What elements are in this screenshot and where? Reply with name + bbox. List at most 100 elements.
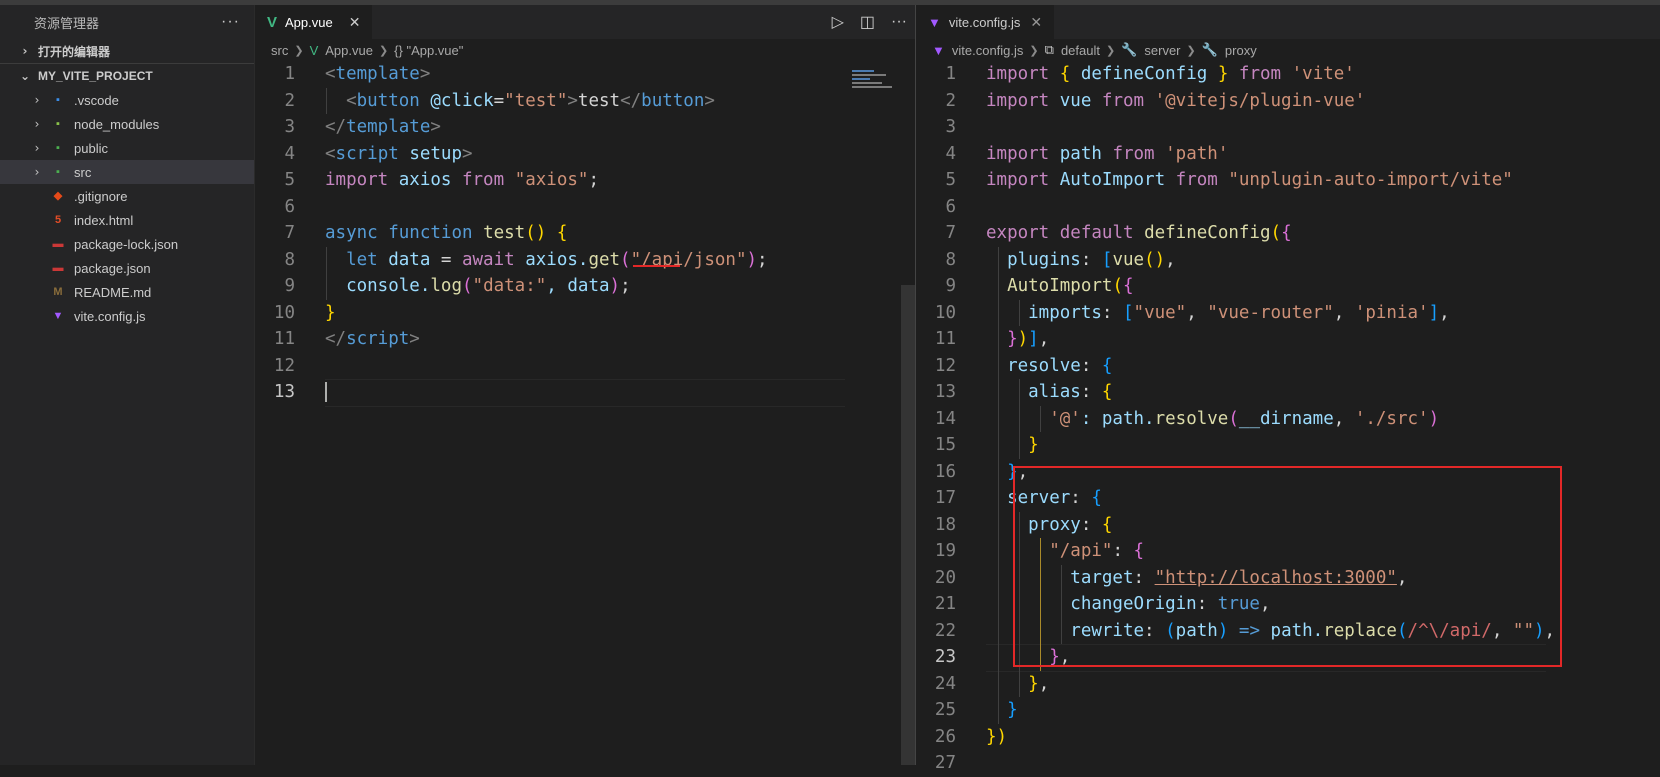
indent-guide xyxy=(998,432,999,459)
code-token: { xyxy=(1101,382,1113,402)
breadcrumb-item[interactable]: default xyxy=(1061,43,1100,58)
tree-item-package-lock-json[interactable]: ▬ package-lock.json xyxy=(0,232,254,256)
code-token: } xyxy=(1028,673,1039,694)
code-token: @click xyxy=(430,90,494,111)
code-area-vite-config[interactable]: 1 import { defineConfig } from 'vite' 2 imp… xyxy=(916,61,1660,777)
tree-item-vite-config-js[interactable]: ▼ vite.config.js xyxy=(0,304,254,328)
left-editor-group: V App.vue ✕ ▷ ◫ ··· src ❯ V App.vue ❯ {} "App… xyxy=(255,5,915,765)
code-line: 7 async function test() { xyxy=(255,220,915,247)
node-folder-icon: ▪ xyxy=(56,118,60,130)
close-icon[interactable]: ✕ xyxy=(349,14,361,31)
run-icon[interactable]: ▷ xyxy=(832,12,844,32)
red-underline-annotation xyxy=(633,265,680,267)
code-area-app-vue[interactable]: 1 <template> 2 <button @click="test">test<… xyxy=(255,61,915,407)
indent-guide xyxy=(1019,379,1020,406)
code-token: 'pinia' xyxy=(1354,302,1429,323)
tree-item-vscode[interactable]: › ▪ .vscode xyxy=(0,88,254,112)
code-token: ; xyxy=(620,276,631,296)
indent-guide xyxy=(998,538,999,565)
tree-item-readme-md[interactable]: M README.md xyxy=(0,280,254,304)
tab-app-vue[interactable]: V App.vue ✕ xyxy=(255,5,373,39)
vscode-folder-icon: ▪ xyxy=(56,94,60,106)
breadcrumb-item[interactable]: App.vue xyxy=(325,43,373,58)
minimap[interactable] xyxy=(852,66,900,96)
breadcrumb: ▼ vite.config.js ❯ ⧉ default ❯ 🔧 server ❯ 🔧 proxy xyxy=(916,39,1660,61)
line-number: 21 xyxy=(934,594,956,614)
code-token: : xyxy=(1101,302,1123,323)
code-token: { xyxy=(1059,64,1071,84)
indent-guide xyxy=(998,511,999,538)
code-token: from xyxy=(461,170,505,190)
breadcrumb-item[interactable]: {} "App.vue" xyxy=(394,43,463,58)
breadcrumb-item[interactable]: server xyxy=(1144,43,1180,58)
code-token: } xyxy=(1028,435,1039,455)
tree-item-public[interactable]: › ▪ public xyxy=(0,136,254,160)
chevron-right-icon: › xyxy=(34,165,40,179)
indent-guide xyxy=(998,273,999,300)
code-token: ] xyxy=(1028,329,1039,349)
chevron-right-icon: › xyxy=(34,141,40,155)
line-number: 17 xyxy=(934,488,956,508)
code-line: 15 } xyxy=(916,432,1660,459)
code-line: 8 plugins: [vue(), xyxy=(916,246,1660,273)
code-token: </ xyxy=(325,117,347,137)
code-line: 8 let data = await axios.get("/api/json"… xyxy=(255,246,915,273)
tree-item-package-json[interactable]: ▬ package.json xyxy=(0,256,254,280)
explorer-sidebar: 资源管理器 ··· › 打开的编辑器 ⌄ MY_VITE_PROJECT › ▪.… xyxy=(0,5,254,765)
code-token: 'path' xyxy=(1165,143,1229,164)
code-line: 3 xyxy=(916,114,1660,141)
breadcrumb-item[interactable]: vite.config.js xyxy=(952,43,1024,58)
more-actions-icon[interactable]: ··· xyxy=(891,13,907,31)
code-token: import xyxy=(986,143,1050,164)
code-token: __dirname xyxy=(1238,408,1334,429)
code-token: function xyxy=(388,223,473,243)
close-icon[interactable]: ✕ xyxy=(1030,14,1042,31)
file-tree: › ▪ .vscode › ▪ node_modules › ▪ public › ▪ src ◆ .gi… xyxy=(0,88,254,328)
code-token: template xyxy=(335,64,420,84)
tree-item-index-html[interactable]: 5 index.html xyxy=(0,208,254,232)
code-token: > xyxy=(409,329,420,349)
code-token: { xyxy=(1281,223,1292,243)
code-token: ( xyxy=(1228,408,1239,429)
explorer-more-icon[interactable]: ··· xyxy=(221,13,240,31)
tree-item-gitignore[interactable]: ◆ .gitignore xyxy=(0,184,254,208)
code-token: > xyxy=(704,90,715,111)
indent-guide xyxy=(998,458,999,485)
code-line: 6 xyxy=(255,194,915,221)
line-number: 8 xyxy=(284,249,295,270)
split-editor-icon[interactable]: ◫ xyxy=(860,12,875,32)
tree-item-node-modules[interactable]: › ▪ node_modules xyxy=(0,112,254,136)
line-number: 3 xyxy=(284,117,295,137)
breadcrumb-item[interactable]: proxy xyxy=(1225,43,1257,58)
chevron-right-icon: ❯ xyxy=(378,44,389,57)
code-token: </ xyxy=(620,90,642,111)
code-token: = xyxy=(440,249,462,270)
src-folder-icon: ▪ xyxy=(56,166,60,178)
code-line: 10} xyxy=(255,300,915,327)
open-editors-section[interactable]: › 打开的编辑器 xyxy=(0,39,254,63)
code-token: ( xyxy=(1270,223,1282,243)
code-token: () xyxy=(525,223,547,243)
project-section[interactable]: ⌄ MY_VITE_PROJECT xyxy=(0,63,254,88)
red-highlight-box xyxy=(1013,466,1562,667)
indent-guide xyxy=(998,352,999,379)
line-number: 12 xyxy=(934,355,956,376)
code-token: > xyxy=(430,117,441,137)
tree-item-src[interactable]: › ▪ src xyxy=(0,160,254,184)
breadcrumb-item[interactable]: src xyxy=(271,43,288,58)
code-line: 5 import axios from "axios"; xyxy=(255,167,915,194)
code-line: 25 } xyxy=(916,697,1660,724)
chevron-right-icon: › xyxy=(22,44,28,58)
code-token: 'vite' xyxy=(1291,64,1355,84)
code-line: 5 import AutoImport from "unplugin-auto-i… xyxy=(916,167,1660,194)
vertical-scrollbar[interactable] xyxy=(901,285,915,765)
code-token: "data:" xyxy=(472,276,547,296)
code-token: ; xyxy=(588,170,599,190)
indent-guide xyxy=(1019,670,1020,697)
tab-vite-config[interactable]: ▼ vite.config.js ✕ xyxy=(916,5,1055,39)
